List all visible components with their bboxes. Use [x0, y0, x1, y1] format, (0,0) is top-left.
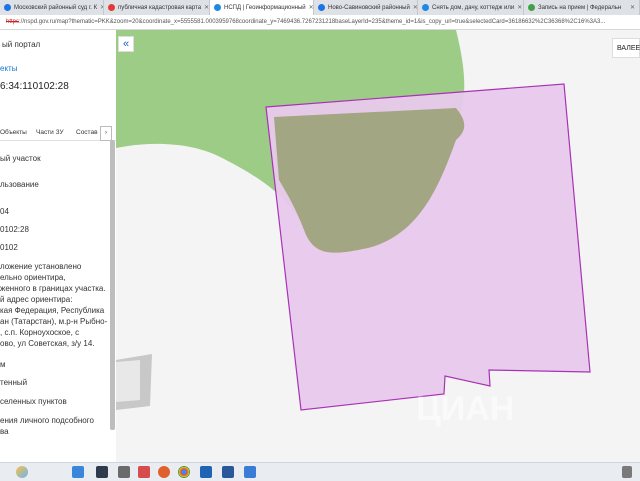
- object-info-panel: ый портал екты 6:34:110102:28 Объекты Ча…: [0, 30, 116, 462]
- notification-icon[interactable]: [622, 466, 632, 478]
- address-text: ложение установлено: [0, 262, 82, 271]
- site-favicon-icon: [422, 4, 429, 11]
- browser-tab[interactable]: Запись на прием | Федеральн ✕: [524, 0, 640, 15]
- address-text: кая Федерация, Республика: [0, 306, 105, 315]
- browser-tab-strip: Московский районный суд г. К ✕ публичная…: [0, 0, 640, 15]
- tab-label: Ново-Савиновский районный: [328, 4, 410, 11]
- site-favicon-icon: [318, 4, 325, 11]
- collapse-panel-button[interactable]: «: [118, 36, 134, 52]
- os-taskbar: [0, 462, 640, 481]
- field-value: ый участок: [0, 154, 41, 163]
- objects-link[interactable]: екты: [0, 64, 17, 73]
- field-value: 0102: [0, 243, 18, 252]
- tab-composition[interactable]: Состав: [76, 129, 98, 136]
- address-text: ельно ориентира,: [0, 273, 66, 282]
- watermark-text: ЦИАН: [416, 390, 514, 428]
- word-icon[interactable]: [222, 466, 234, 478]
- explorer-icon[interactable]: [72, 466, 84, 478]
- field-value: ва: [0, 427, 9, 436]
- field-value: селенных пунктов: [0, 397, 67, 406]
- panel-scrollbar[interactable]: [110, 140, 115, 430]
- field-value: 0102:28: [0, 225, 29, 234]
- settings-icon[interactable]: [118, 466, 130, 478]
- browser-tab[interactable]: Московский районный суд г. К ✕: [0, 0, 104, 15]
- cadastral-number: 6:34:110102:28: [0, 81, 69, 92]
- address-text: , с.п. Корноухоское, с: [0, 328, 80, 337]
- chrome-icon[interactable]: [178, 466, 190, 478]
- address-bar[interactable]: https ://nspd.gov.ru/map?thematic=PKK&zo…: [0, 15, 640, 30]
- layers-button[interactable]: ВАЛЕЕ: [612, 38, 640, 58]
- address-text: женного в границах участка.: [0, 284, 106, 293]
- app-icon[interactable]: [138, 466, 150, 478]
- portal-title: ый портал: [2, 40, 41, 49]
- copilot-icon[interactable]: [16, 466, 28, 478]
- close-icon[interactable]: ✕: [517, 4, 522, 11]
- tab-parts[interactable]: Части ЗУ: [36, 129, 64, 136]
- url-text: ://nspd.gov.ru/map?thematic=PKK&zoom=20&…: [19, 19, 606, 25]
- app-icon[interactable]: [244, 466, 256, 478]
- tab-objects[interactable]: Объекты: [0, 129, 27, 136]
- app-icon[interactable]: [158, 466, 170, 478]
- map-canvas: ЦИАН: [116, 30, 640, 462]
- tab-label: публичная кадастровая карта: [118, 4, 202, 11]
- close-icon[interactable]: ✕: [309, 4, 313, 11]
- site-favicon-icon: [214, 4, 221, 11]
- browser-tab-active[interactable]: НСПД | Геоинформационный ✕: [210, 0, 314, 15]
- yandex-favicon-icon: [108, 4, 115, 11]
- field-value: льзование: [0, 180, 39, 189]
- close-icon[interactable]: ✕: [630, 4, 635, 11]
- address-text: й адрес ориентира:: [0, 295, 73, 304]
- app-icon[interactable]: [200, 466, 212, 478]
- address-text: ово, ул Советская, з/у 14.: [0, 339, 95, 348]
- field-value: тенный: [0, 378, 28, 387]
- field-value: ения личного подсобного: [0, 416, 94, 425]
- terminal-icon[interactable]: [96, 466, 108, 478]
- url-scheme: https: [6, 19, 20, 25]
- close-icon[interactable]: ✕: [204, 4, 209, 11]
- tabs-next-button[interactable]: ›: [100, 126, 112, 141]
- tab-label: Снять дом, дачу, коттедж или: [432, 4, 515, 11]
- address-text: ан (Татарстан), м.р-н Рыбно-: [0, 317, 108, 326]
- browser-tab[interactable]: Ново-Савиновский районный ✕: [314, 0, 418, 15]
- browser-tab[interactable]: публичная кадастровая карта ✕: [104, 0, 210, 15]
- tab-label: Запись на прием | Федеральн: [538, 4, 622, 11]
- gosuslugi-favicon-icon: [528, 4, 535, 11]
- panel-tabs: Объекты Части ЗУ Состав ›: [0, 126, 116, 141]
- browser-tab[interactable]: Снять дом, дачу, коттедж или ✕: [418, 0, 524, 15]
- site-favicon-icon: [4, 4, 11, 11]
- tab-label: НСПД | Геоинформационный: [224, 4, 306, 11]
- map-view[interactable]: ЦИАН: [116, 30, 640, 462]
- field-value: 04: [0, 207, 9, 216]
- building-footprint: [116, 360, 140, 402]
- tab-label: Московский районный суд г. К: [14, 4, 98, 11]
- field-value: м: [0, 360, 6, 369]
